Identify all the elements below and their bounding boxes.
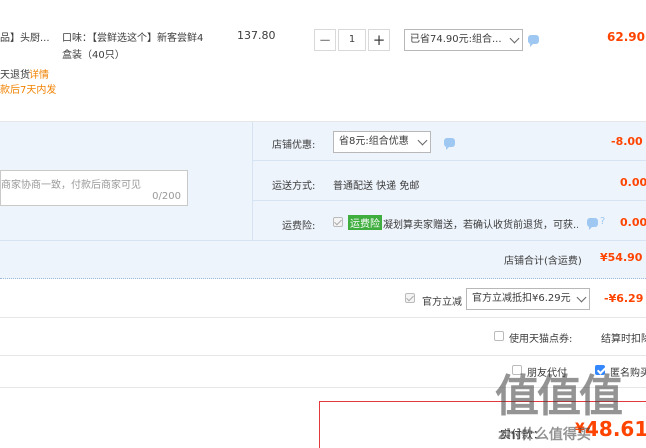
shop-discount-value: -8.00	[611, 135, 643, 148]
item-unit-price: 137.80	[237, 29, 276, 42]
chat-icon[interactable]	[587, 218, 598, 230]
insurance-cost: 0.00	[620, 216, 646, 229]
chat-icon[interactable]	[444, 138, 455, 150]
shipping-cost: 0.00	[620, 176, 646, 189]
points-note: 结算时扣除	[601, 334, 646, 345]
row-divider	[253, 160, 646, 161]
row-divider	[0, 355, 646, 356]
shipping-label: 运送方式:	[272, 181, 316, 192]
quantity-input[interactable]: 1	[338, 29, 366, 51]
order-item-row: 品】头厨... 口味：【尝鲜选这个】新客尝鲜4 盒装（40只） 137.80 −…	[0, 0, 646, 122]
chevron-down-icon	[509, 33, 520, 44]
item-title[interactable]: 品】头厨...	[0, 29, 50, 44]
official-discount-value: -¥6.29	[604, 292, 644, 305]
buyer-message-counter: 0/200	[152, 191, 181, 202]
chevron-down-icon	[576, 292, 587, 303]
item-promo-select-value: 已省74.90元:组合...	[410, 34, 502, 45]
shop-summary-panel: 商家协商一致，付款后商家可见 0/200 店铺优惠: 省8元:组合优惠 -8.0…	[0, 122, 646, 279]
help-icon[interactable]: ?	[600, 216, 605, 227]
service-return-label: 天退货	[0, 70, 30, 81]
shop-discount-select-value: 省8元:组合优惠	[339, 136, 409, 147]
buyer-message-input[interactable]: 商家协商一致，付款后商家可见 0/200	[0, 170, 188, 206]
buyer-message-placeholder: 商家协商一致，付款后商家可见	[1, 180, 141, 191]
row-divider	[0, 317, 646, 318]
shop-message-area: 商家协商一致，付款后商家可见 0/200	[0, 122, 253, 240]
shop-discount-label: 店铺优惠:	[272, 140, 316, 151]
service-detail-link[interactable]: 详情	[29, 66, 49, 81]
shop-total-label: 店铺合计(含运费)	[504, 256, 582, 267]
watermark-logo: 值值值	[495, 371, 623, 422]
service-shipping-note: 款后7天内发	[0, 85, 57, 96]
item-promo-select[interactable]: 已省74.90元:组合...	[404, 29, 523, 51]
quantity-increase-button[interactable]: +	[368, 29, 390, 51]
row-divider	[253, 200, 646, 201]
points-label: 使用天猫点券:	[509, 334, 573, 345]
chevron-down-icon	[417, 135, 428, 146]
chat-icon[interactable]	[528, 35, 539, 47]
quantity-decrease-button[interactable]: −	[314, 29, 336, 51]
item-spec-line1: 口味：【尝鲜选这个】新客尝鲜4	[62, 33, 204, 44]
shipping-method: 普通配送 快递 免邮	[333, 181, 420, 192]
official-discount-checkbox[interactable]	[405, 293, 415, 303]
shop-discount-select[interactable]: 省8元:组合优惠	[333, 131, 431, 153]
insurance-label: 运费险:	[282, 221, 316, 232]
watermark-site: zhi什么值得买	[498, 427, 591, 443]
item-subtotal: 62.90	[607, 30, 645, 44]
insurance-checkbox[interactable]	[333, 217, 343, 227]
shop-total-value: ¥54.90	[600, 251, 643, 264]
row-divider	[0, 240, 646, 241]
insurance-description: 凝划算卖家赠送，若确认收货前退货，可获...	[383, 220, 578, 231]
official-discount-select-value: 官方立减抵扣¥6.29元	[472, 293, 571, 304]
official-discount-label: 官方立减	[422, 297, 462, 308]
item-spec-line2: 盒装（40只）	[62, 50, 125, 61]
official-discount-select[interactable]: 官方立减抵扣¥6.29元	[466, 288, 590, 310]
insurance-tag: 运费险	[348, 215, 382, 230]
points-checkbox[interactable]	[494, 331, 504, 341]
